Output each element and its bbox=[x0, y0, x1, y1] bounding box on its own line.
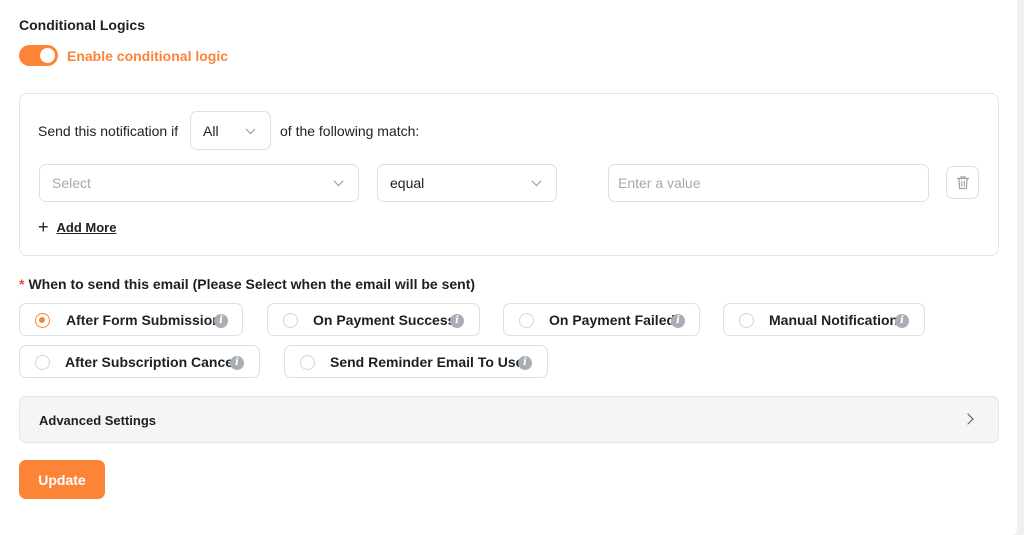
condition-prefix-text: Send this notification if bbox=[38, 123, 179, 139]
plus-icon: + bbox=[38, 217, 49, 237]
chevron-down-icon bbox=[245, 123, 256, 134]
advanced-settings-accordion[interactable]: Advanced Settings bbox=[19, 396, 999, 443]
radio-unchecked-icon bbox=[300, 355, 315, 370]
send-timing-text: When to send this email (Please Select w… bbox=[28, 276, 476, 292]
radio-checked-icon bbox=[35, 313, 50, 328]
info-icon[interactable]: i bbox=[450, 314, 464, 328]
info-icon[interactable]: i bbox=[230, 356, 244, 370]
match-type-value: All bbox=[203, 122, 219, 139]
info-icon[interactable]: i bbox=[214, 314, 228, 328]
option-after-subscription-cancel[interactable]: After Subscription Cancel i bbox=[19, 345, 260, 378]
info-icon[interactable]: i bbox=[518, 356, 532, 370]
option-after-form-submission[interactable]: After Form Submission i bbox=[19, 303, 243, 336]
option-label: After Form Submission bbox=[66, 312, 221, 328]
send-timing-label: * When to send this email (Please Select … bbox=[19, 276, 475, 292]
option-label: Send Reminder Email To User bbox=[330, 354, 529, 370]
delete-condition-button[interactable] bbox=[946, 166, 979, 199]
option-label: On Payment Failed bbox=[549, 312, 676, 328]
option-on-payment-failed[interactable]: On Payment Failed i bbox=[503, 303, 700, 336]
info-icon[interactable]: i bbox=[895, 314, 909, 328]
toggle-knob bbox=[40, 48, 55, 63]
radio-unchecked-icon bbox=[283, 313, 298, 328]
option-manual-notification[interactable]: Manual Notification i bbox=[723, 303, 925, 336]
option-on-payment-success[interactable]: On Payment Success i bbox=[267, 303, 480, 336]
add-more-button[interactable]: + Add More bbox=[38, 218, 116, 236]
chevron-right-icon bbox=[962, 413, 974, 425]
trash-icon bbox=[956, 176, 970, 190]
field-select-placeholder: Select bbox=[52, 175, 91, 191]
conditional-logic-toggle[interactable] bbox=[19, 45, 58, 66]
option-label: After Subscription Cancel bbox=[65, 354, 237, 370]
add-more-label: Add More bbox=[56, 219, 117, 235]
toggle-label: Enable conditional logic bbox=[67, 48, 229, 64]
required-marker: * bbox=[19, 276, 25, 292]
radio-unchecked-icon bbox=[519, 313, 534, 328]
notification-settings-panel: Conditional Logics Enable conditional lo… bbox=[0, 0, 1017, 535]
match-type-select[interactable]: All bbox=[190, 111, 271, 150]
advanced-settings-label: Advanced Settings bbox=[39, 413, 157, 428]
option-label: On Payment Success bbox=[313, 312, 456, 328]
condition-suffix-text: of the following match: bbox=[280, 123, 420, 139]
option-label: Manual Notification bbox=[769, 312, 899, 328]
operator-value: equal bbox=[390, 175, 425, 191]
condition-value-input[interactable] bbox=[608, 164, 929, 202]
field-select[interactable]: Select bbox=[39, 164, 359, 202]
operator-select[interactable]: equal bbox=[377, 164, 557, 202]
radio-unchecked-icon bbox=[739, 313, 754, 328]
chevron-down-icon bbox=[531, 176, 542, 187]
option-send-reminder-email[interactable]: Send Reminder Email To User i bbox=[284, 345, 548, 378]
radio-unchecked-icon bbox=[35, 355, 50, 370]
chevron-down-icon bbox=[333, 176, 344, 187]
section-title: Conditional Logics bbox=[19, 17, 145, 33]
info-icon[interactable]: i bbox=[671, 314, 685, 328]
update-button[interactable]: Update bbox=[19, 460, 105, 499]
